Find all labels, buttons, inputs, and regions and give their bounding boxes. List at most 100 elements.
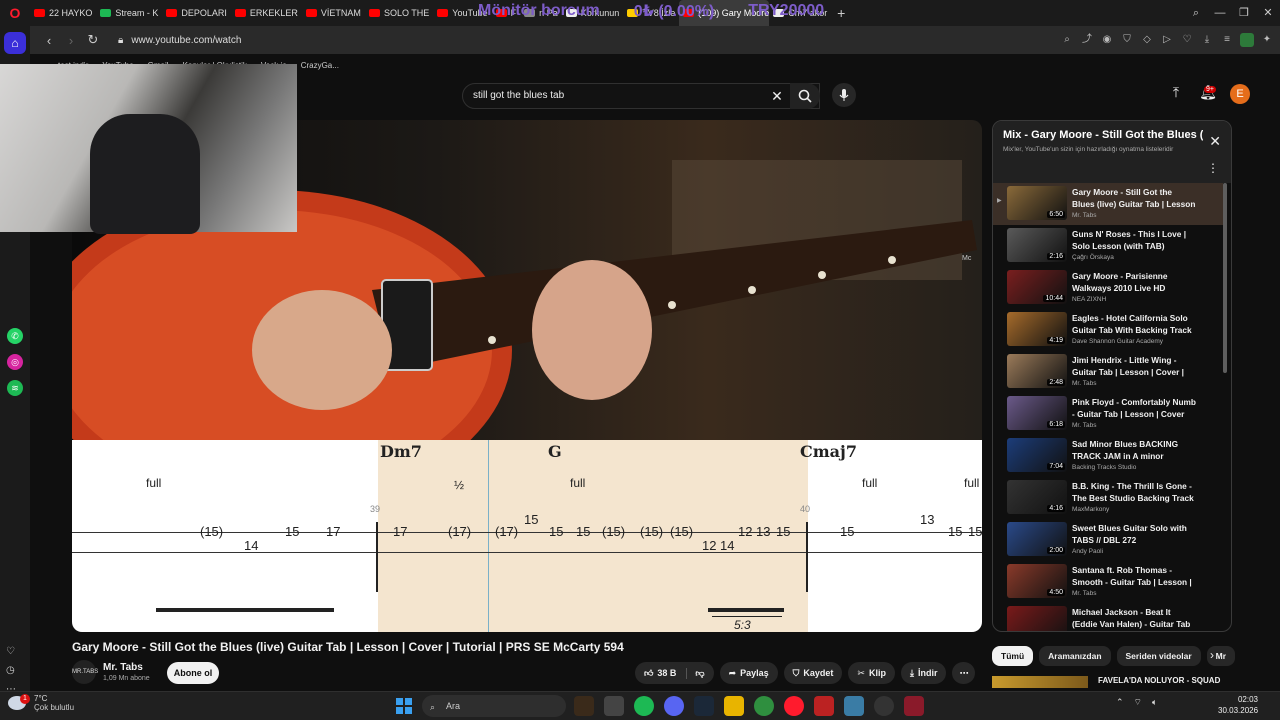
- playlist-item[interactable]: 4:16 B.B. King - The Thrill Is Gone - The…: [993, 477, 1223, 519]
- like-button[interactable]: 👍︎ 38 B 👎︎: [635, 662, 714, 684]
- taskbar-clock[interactable]: 02:03 30.03.2026: [1218, 694, 1258, 716]
- menu-icon[interactable]: ≡: [1220, 33, 1234, 47]
- save-button[interactable]: ⛉ Kaydet: [783, 662, 843, 684]
- playlist-item[interactable]: 2:48 Jimi Hendrix - Little Wing - Guitar …: [993, 351, 1223, 393]
- close-playlist-icon[interactable]: ✕: [1209, 133, 1221, 150]
- opera-logo-icon[interactable]: O: [0, 0, 30, 26]
- related-title: FAVELA'DA NOLUYOR - SQUAD: [1098, 676, 1221, 685]
- account-avatar[interactable]: E: [1230, 84, 1250, 104]
- playlist-scrollbar[interactable]: [1223, 183, 1227, 373]
- search-tabs-icon[interactable]: ⌕: [1184, 0, 1208, 26]
- weather-widget[interactable]: 1 7°C Çok bulutlu: [8, 694, 74, 712]
- history-icon[interactable]: ◷: [6, 665, 16, 676]
- clip-button[interactable]: ✂ Klip: [848, 662, 895, 684]
- playlist-item[interactable]: 4:19 Eagles - Hotel California Solo Guita…: [993, 309, 1223, 351]
- playlist-item[interactable]: 4:50 Santana ft. Rob Thomas - Smooth - Gu…: [993, 561, 1223, 603]
- playlist-item[interactable]: 6:18 Pink Floyd - Comfortably Numb - Guit…: [993, 393, 1223, 435]
- subscribe-button[interactable]: Abone ol: [167, 662, 219, 684]
- filter-chip[interactable]: Aramanızdan: [1039, 646, 1111, 666]
- browser-tab[interactable]: Stream - K: [96, 0, 162, 26]
- spotify-taskbar-icon[interactable]: [634, 696, 654, 716]
- browser-tab[interactable]: ERKEKLER: [231, 0, 302, 26]
- minimize-icon[interactable]: —: [1208, 0, 1232, 26]
- heart-icon[interactable]: ♡: [1180, 33, 1194, 47]
- cube-icon[interactable]: ◇: [1140, 33, 1154, 47]
- file-explorer-icon[interactable]: [724, 696, 744, 716]
- app-icon[interactable]: [874, 696, 894, 716]
- browser-tab[interactable]: VİETNAM: [302, 0, 365, 26]
- widget-app-icon[interactable]: [574, 696, 594, 716]
- video-duration: 2:16: [1047, 253, 1065, 260]
- playlist-item[interactable]: 10:44 Gary Moore - Parisienne Walkways 20…: [993, 267, 1223, 309]
- chips-next-icon[interactable]: ›: [1210, 648, 1214, 662]
- clear-search-icon[interactable]: ✕: [766, 83, 788, 109]
- video-duration: 10:44: [1043, 295, 1065, 302]
- play-icon[interactable]: ▷: [1160, 33, 1174, 47]
- taskbar-search[interactable]: Ara: [422, 695, 566, 717]
- filter-chip[interactable]: Seriden videolar: [1116, 646, 1201, 666]
- download-button[interactable]: ⤓ İndir: [900, 662, 947, 684]
- playlist-item[interactable]: ▶ 6:50 Gary Moore - Still Got the Blues (l…: [993, 183, 1223, 225]
- close-window-icon[interactable]: ✕: [1256, 0, 1280, 26]
- windows-start-icon[interactable]: [396, 698, 412, 714]
- playlist-item-title: Santana ft. Rob Thomas - Smooth - Guitar…: [1072, 565, 1192, 587]
- task-view-icon[interactable]: [604, 696, 624, 716]
- search-button[interactable]: [790, 83, 820, 109]
- channel-avatar[interactable]: MR.TABS: [72, 660, 98, 684]
- home-icon[interactable]: ⌂: [4, 32, 26, 54]
- playlist-thumbnail: 4:16: [1007, 480, 1067, 514]
- playlist-item[interactable]: 7:04 Sad Minor Blues BACKING TRACK JAM in…: [993, 435, 1223, 477]
- whatsapp-icon[interactable]: ✆: [7, 328, 23, 344]
- bookmark-item[interactable]: CrazyGa...: [301, 61, 339, 70]
- browser-tab[interactable]: DEPOLARI: [162, 0, 231, 26]
- share-button[interactable]: ➦ Paylaş: [719, 662, 778, 684]
- extension-icon[interactable]: [1240, 33, 1254, 47]
- reload-icon[interactable]: ↻: [82, 32, 104, 48]
- chrome-icon[interactable]: [754, 696, 774, 716]
- playlist-item[interactable]: 2:00 Sweet Blues Guitar Solo with TABS //…: [993, 519, 1223, 561]
- maximize-icon[interactable]: ❐: [1232, 0, 1256, 26]
- app-icon[interactable]: [814, 696, 834, 716]
- spotify-icon[interactable]: ≋: [7, 380, 23, 396]
- tab-label: Stream - K: [115, 8, 159, 18]
- playlist-item-channel: Çağrı Örskaya: [1072, 254, 1114, 261]
- fret-number: (15): [200, 524, 224, 539]
- taskbar-search-icon: ⌕: [430, 702, 436, 712]
- sidebar-bottom: ♡ ◷ ⋯: [6, 646, 16, 695]
- filter-chip[interactable]: Tümü: [992, 646, 1034, 666]
- ai-icon[interactable]: ✦: [1260, 33, 1274, 47]
- download-icon[interactable]: ⤓: [1200, 33, 1214, 47]
- wifi-icon[interactable]: ⌔: [1134, 697, 1142, 708]
- back-icon[interactable]: ‹: [38, 33, 60, 48]
- steam-icon[interactable]: [694, 696, 714, 716]
- share-icon[interactable]: ⤴: [1080, 33, 1094, 47]
- voice-search-button[interactable]: [832, 83, 856, 107]
- discord-icon[interactable]: [664, 696, 684, 716]
- playlist-item[interactable]: 2:16 Guns N' Roses - This I Love | Solo L…: [993, 225, 1223, 267]
- shield-icon[interactable]: ⛉: [1120, 33, 1134, 47]
- volume-icon[interactable]: 🔈︎: [1152, 697, 1157, 708]
- forward-icon[interactable]: ›: [60, 33, 82, 48]
- browser-tab[interactable]: 22 HAYKO: [30, 0, 96, 26]
- related-video[interactable]: FAVELA'DA NOLUYOR - SQUAD: [992, 674, 1232, 688]
- new-tab-icon[interactable]: +: [831, 5, 851, 21]
- playlist-menu-icon[interactable]: ⋮: [1207, 161, 1219, 175]
- more-actions-button[interactable]: ⋯: [952, 662, 976, 684]
- opera-taskbar-icon[interactable]: [784, 696, 804, 716]
- browser-tab[interactable]: SOLO THE: [365, 0, 433, 26]
- tray-chevron-icon[interactable]: ⌃: [1116, 697, 1124, 708]
- thumbs-down-icon[interactable]: 👎︎: [686, 667, 705, 679]
- address-bar[interactable]: 🔒︎ www.youtube.com/watch: [118, 35, 241, 46]
- bar-number: 40: [800, 504, 811, 514]
- playlist-item[interactable]: 3:57 Michael Jackson - Beat It (Eddie Van…: [993, 603, 1223, 631]
- upload-icon[interactable]: ⤒: [1166, 84, 1186, 104]
- tab-favicon-icon: [166, 9, 178, 17]
- app-icon[interactable]: [904, 696, 924, 716]
- favorites-heart-icon[interactable]: ♡: [6, 646, 16, 657]
- fret-number: 14: [244, 538, 259, 553]
- app-icon[interactable]: [844, 696, 864, 716]
- camera-icon[interactable]: ◉: [1100, 33, 1114, 47]
- channel-name[interactable]: Mr. Tabs: [103, 662, 143, 673]
- search-icon[interactable]: ⌕: [1060, 33, 1074, 47]
- instagram-icon[interactable]: ◎: [7, 354, 23, 370]
